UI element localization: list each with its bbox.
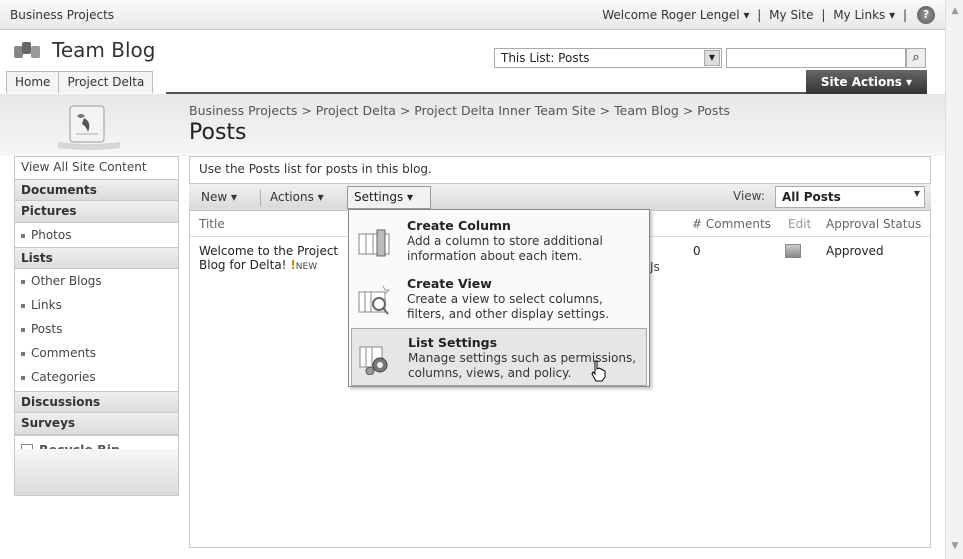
hand-pointer-icon bbox=[591, 360, 606, 382]
toolbar-divider bbox=[260, 190, 261, 206]
chevron-down-icon[interactable]: ▼ bbox=[914, 189, 920, 198]
view-select[interactable]: All Posts ▼ bbox=[775, 186, 925, 208]
ql-item-label: Categories bbox=[31, 370, 96, 384]
ql-item-label: Other Blogs bbox=[31, 274, 102, 288]
welcome-menu[interactable]: Welcome Roger Lengel ▾ bbox=[602, 8, 749, 22]
ql-heading-documents[interactable]: Documents bbox=[15, 179, 178, 201]
post-title-link-line2[interactable]: Blog for Delta! !NEW bbox=[199, 258, 317, 272]
my-site-link[interactable]: My Site bbox=[769, 8, 813, 22]
ql-item-other-blogs[interactable]: Other Blogs bbox=[15, 269, 178, 293]
menu-item-title: Create Column bbox=[407, 218, 511, 233]
edit-document-icon[interactable] bbox=[785, 244, 801, 258]
post-title-text: Blog for Delta! bbox=[199, 258, 287, 272]
user-links: Welcome Roger Lengel ▾ | My Site | My Li… bbox=[598, 8, 907, 22]
help-icon[interactable]: ? bbox=[917, 6, 935, 24]
quick-launch-footer bbox=[15, 449, 178, 495]
new-menu-button[interactable]: New ▾ bbox=[201, 190, 237, 204]
bullet-icon bbox=[21, 375, 25, 380]
create-column-icon bbox=[358, 229, 390, 257]
list-settings-gear-icon bbox=[359, 346, 388, 375]
scroll-down-arrow-icon[interactable]: ▼ bbox=[949, 541, 961, 553]
blog-page-icon bbox=[58, 105, 120, 150]
ql-heading-pictures[interactable]: Pictures bbox=[15, 201, 178, 223]
bullet-icon bbox=[21, 279, 25, 284]
people-group-icon bbox=[14, 40, 44, 62]
view-select-value: All Posts bbox=[782, 190, 841, 204]
separator: | bbox=[757, 8, 762, 22]
menu-item-title: List Settings bbox=[408, 335, 498, 350]
menu-item-description: Add a column to store additional informa… bbox=[407, 234, 603, 263]
actions-menu-button[interactable]: Actions ▾ bbox=[270, 190, 324, 204]
bullet-icon bbox=[21, 233, 25, 238]
breadcrumb[interactable]: Business Projects > Project Delta > Proj… bbox=[189, 103, 730, 118]
ql-item-photos[interactable]: Photos bbox=[15, 223, 178, 247]
site-actions-button[interactable]: Site Actions ▾ bbox=[806, 70, 927, 94]
new-badge: NEW bbox=[295, 262, 318, 272]
my-links-menu[interactable]: My Links ▾ bbox=[833, 8, 895, 22]
ql-item-label: Photos bbox=[31, 228, 72, 242]
ql-item-label: Links bbox=[31, 298, 62, 312]
column-header-edit: Edit bbox=[788, 217, 812, 231]
menu-item-create-view[interactable]: Create View Create a view to select colu… bbox=[351, 270, 647, 328]
ql-heading-surveys[interactable]: Surveys bbox=[15, 413, 178, 435]
view-label: View: bbox=[733, 189, 765, 203]
search-input[interactable] bbox=[726, 48, 906, 68]
search-icon[interactable]: ⌕ bbox=[906, 48, 926, 68]
column-header-comments[interactable]: # Comments bbox=[692, 217, 771, 231]
ql-item-label: Comments bbox=[31, 346, 97, 360]
search-scope-select[interactable]: This List: Posts ▼ bbox=[494, 48, 722, 68]
menu-item-description: Create a view to select columns, filters… bbox=[407, 292, 610, 321]
separator: | bbox=[902, 8, 907, 22]
list-description: Use the Posts list for posts in this blo… bbox=[199, 162, 432, 176]
menu-item-create-column[interactable]: Create Column Add a column to store addi… bbox=[351, 212, 647, 270]
ql-heading-discussions[interactable]: Discussions bbox=[15, 391, 178, 413]
top-nav-tabs: Home Project Delta bbox=[6, 71, 154, 93]
approval-status-value: Approved bbox=[826, 244, 884, 258]
obscured-text-fragment: Js bbox=[650, 260, 660, 274]
post-title-link[interactable]: Welcome to the Project bbox=[199, 244, 338, 258]
comments-count: 0 bbox=[693, 244, 701, 258]
ql-item-comments[interactable]: Comments bbox=[15, 341, 178, 365]
vertical-scrollbar[interactable]: ▲ ▼ bbox=[945, 0, 963, 559]
ql-item-posts[interactable]: Posts bbox=[15, 317, 178, 341]
column-header-title[interactable]: Title bbox=[199, 217, 225, 231]
site-collection-link[interactable]: Business Projects bbox=[10, 8, 114, 22]
view-all-site-content-link[interactable]: View All Site Content bbox=[15, 157, 178, 179]
chevron-down-icon[interactable]: ▼ bbox=[704, 50, 720, 66]
search-scope-value: This List: Posts bbox=[501, 51, 590, 65]
ql-heading-lists[interactable]: Lists bbox=[15, 247, 178, 269]
tab-project-delta[interactable]: Project Delta bbox=[58, 71, 154, 93]
menu-item-description: Manage settings such as permissions, col… bbox=[408, 351, 637, 380]
quick-launch: View All Site Content Documents Pictures… bbox=[14, 156, 179, 496]
site-title[interactable]: Team Blog bbox=[52, 38, 155, 62]
tab-home[interactable]: Home bbox=[6, 71, 60, 93]
page-title: Posts bbox=[189, 120, 247, 145]
settings-menu-button[interactable]: Settings ▾ bbox=[347, 186, 431, 209]
bullet-icon bbox=[21, 327, 25, 332]
global-top-bar: Business Projects Welcome Roger Lengel ▾… bbox=[0, 0, 945, 30]
column-header-approval-status[interactable]: Approval Status bbox=[826, 217, 921, 231]
ql-item-categories[interactable]: Categories bbox=[15, 365, 178, 391]
bullet-icon bbox=[21, 351, 25, 356]
ql-item-label: Posts bbox=[31, 322, 63, 336]
ql-item-links[interactable]: Links bbox=[15, 293, 178, 317]
create-view-icon bbox=[358, 285, 391, 315]
menu-item-title: Create View bbox=[407, 276, 492, 291]
bullet-icon bbox=[21, 303, 25, 308]
separator: | bbox=[821, 8, 826, 22]
scroll-up-arrow-icon[interactable]: ▲ bbox=[949, 6, 961, 18]
